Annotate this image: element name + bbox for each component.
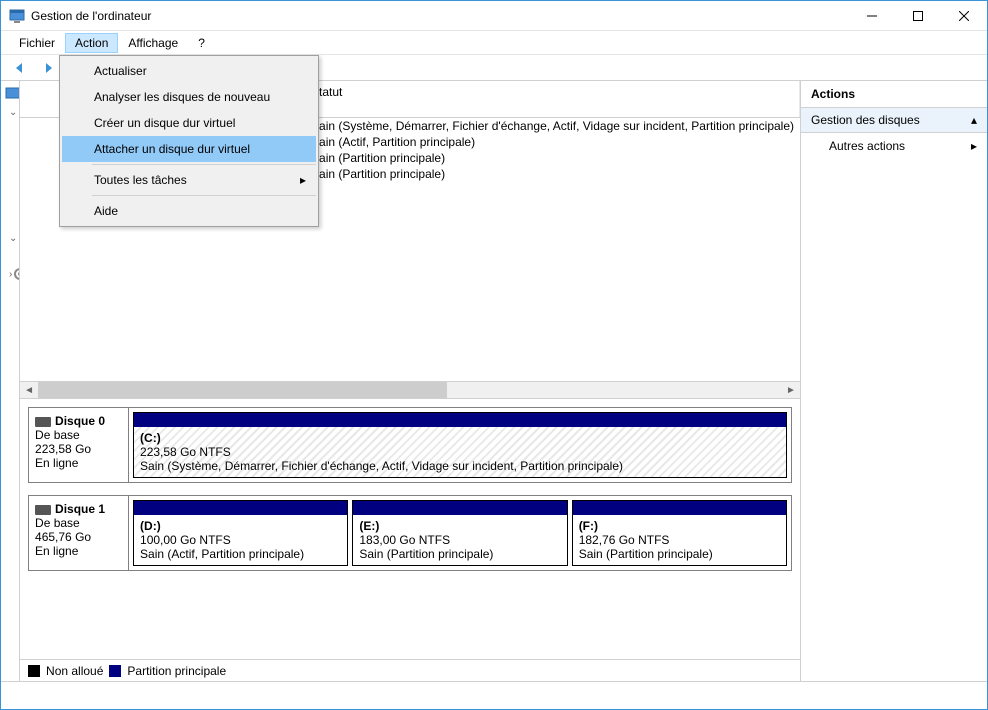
col-status[interactable]: Statut — [305, 81, 800, 117]
actions-more[interactable]: Autres actions ▸ — [801, 133, 987, 159]
window-title: Gestion de l'ordinateur — [31, 9, 849, 23]
menubar: Fichier Action Affichage ? Actualiser An… — [1, 31, 987, 55]
partition[interactable]: (F:)182,76 Go NTFSSain (Partition princi… — [572, 500, 787, 566]
partition-status: Sain (Actif, Partition principale) — [140, 547, 341, 561]
legend-primary: Partition principale — [127, 664, 226, 678]
action-all-tasks[interactable]: Toutes les tâches — [62, 167, 316, 193]
legend-swatch-primary — [109, 665, 121, 677]
legend-unallocated: Non alloué — [46, 664, 103, 678]
partition-size: 223,58 Go NTFS — [140, 445, 780, 459]
tree-users-groups[interactable]: › — [1, 175, 20, 193]
app-icon — [9, 8, 25, 24]
status-bar — [1, 681, 987, 709]
computer-mgmt-icon — [5, 86, 20, 102]
actions-header: Actions — [801, 81, 987, 108]
action-dropdown: Actualiser Analyser les disques de nouve… — [59, 55, 319, 227]
tree-system-tools[interactable]: ⌄ O — [1, 103, 19, 121]
disk-name: Disque 1 — [55, 502, 105, 516]
tree-shared-folders[interactable]: › — [1, 157, 20, 175]
disk-state: En ligne — [35, 544, 122, 558]
actions-section[interactable]: Gestion des disques ▴ — [801, 108, 987, 133]
tree-event-viewer[interactable]: › — [1, 139, 20, 157]
partition-size: 100,00 Go NTFS — [140, 533, 341, 547]
collapse-icon: ▴ — [971, 113, 977, 127]
partition-letter: (E:) — [359, 519, 560, 533]
disk-row: Disque 0De base223,58 GoEn ligne (C:)223,… — [28, 407, 792, 483]
menu-action[interactable]: Action — [65, 33, 118, 53]
disk-name: Disque 0 — [55, 414, 105, 428]
tree-performance[interactable]: › — [1, 193, 20, 211]
disk-graphical-view: Disque 0De base223,58 GoEn ligne(C:)223,… — [20, 399, 800, 659]
close-button[interactable] — [941, 1, 987, 31]
partition-size: 183,00 Go NTFS — [359, 533, 560, 547]
legend: Non alloué Partition principale — [20, 659, 800, 681]
partition-size: 182,76 Go NTFS — [579, 533, 780, 547]
tree-storage[interactable]: ⌄ Stockage — [1, 229, 19, 247]
actions-pane: Actions Gestion des disques ▴ Autres act… — [801, 81, 987, 681]
minimize-button[interactable] — [849, 1, 895, 31]
partition-status: Sain (Système, Démarrer, Fichier d'échan… — [140, 459, 780, 473]
menu-help[interactable]: ? — [188, 33, 215, 53]
menu-file[interactable]: Fichier — [9, 33, 65, 53]
disk-icon — [35, 505, 51, 515]
nav-tree: Gestion de l'ordinateur ⌄ O › › › › — [1, 81, 20, 681]
chevron-right-icon: ▸ — [971, 139, 977, 153]
tree-services-apps[interactable]: › Services et applications — [1, 265, 19, 283]
menu-view[interactable]: Affichage — [118, 33, 188, 53]
action-help[interactable]: Aide — [62, 198, 316, 224]
disk-row: Disque 1De base465,76 GoEn ligne (D:)100,… — [28, 495, 792, 571]
scrollbar-thumb[interactable] — [38, 382, 447, 398]
back-button[interactable] — [9, 57, 31, 79]
services-icon — [12, 266, 20, 282]
action-rescan[interactable]: Analyser les disques de nouveau — [62, 84, 316, 110]
action-create-vhd[interactable]: Créer un disque dur virtuel — [62, 110, 316, 136]
tree-disk-management[interactable]: Gestion des disques — [1, 247, 20, 265]
maximize-button[interactable] — [895, 1, 941, 31]
partition-status: Sain (Partition principale) — [579, 547, 780, 561]
partition-status: Sain (Partition principale) — [359, 547, 560, 561]
disk-size: 465,76 Go — [35, 530, 122, 544]
partition-letter: (D:) — [140, 519, 341, 533]
action-refresh[interactable]: Actualiser — [62, 58, 316, 84]
disk-icon — [35, 417, 51, 427]
disk-state: En ligne — [35, 456, 122, 470]
tree-device-manager[interactable]: Gestionnaire de périphé — [1, 211, 20, 229]
titlebar: Gestion de l'ordinateur — [1, 1, 987, 31]
horizontal-scrollbar[interactable]: ◄ ► — [20, 381, 800, 399]
tree-root[interactable]: Gestion de l'ordinateur — [1, 85, 19, 103]
partition-letter: (F:) — [579, 519, 780, 533]
forward-button[interactable] — [37, 57, 59, 79]
partition[interactable]: (D:)100,00 Go NTFSSain (Actif, Partition… — [133, 500, 348, 566]
disk-size: 223,58 Go — [35, 442, 122, 456]
partition[interactable]: (C:)223,58 Go NTFSSain (Système, Démarre… — [133, 412, 787, 478]
partition[interactable]: (E:)183,00 Go NTFSSain (Partition princi… — [352, 500, 567, 566]
disk-type: De base — [35, 516, 122, 530]
scroll-right-icon[interactable]: ► — [782, 385, 800, 396]
legend-swatch-unallocated — [28, 665, 40, 677]
chevron-down-icon: ⌄ — [9, 107, 17, 118]
action-attach-vhd[interactable]: Attacher un disque dur virtuel — [62, 136, 316, 162]
chevron-down-icon: ⌄ — [9, 233, 17, 244]
tree-task-scheduler[interactable]: › — [1, 121, 20, 139]
partition-letter: (C:) — [140, 431, 780, 445]
disk-type: De base — [35, 428, 122, 442]
scroll-left-icon[interactable]: ◄ — [20, 385, 38, 396]
